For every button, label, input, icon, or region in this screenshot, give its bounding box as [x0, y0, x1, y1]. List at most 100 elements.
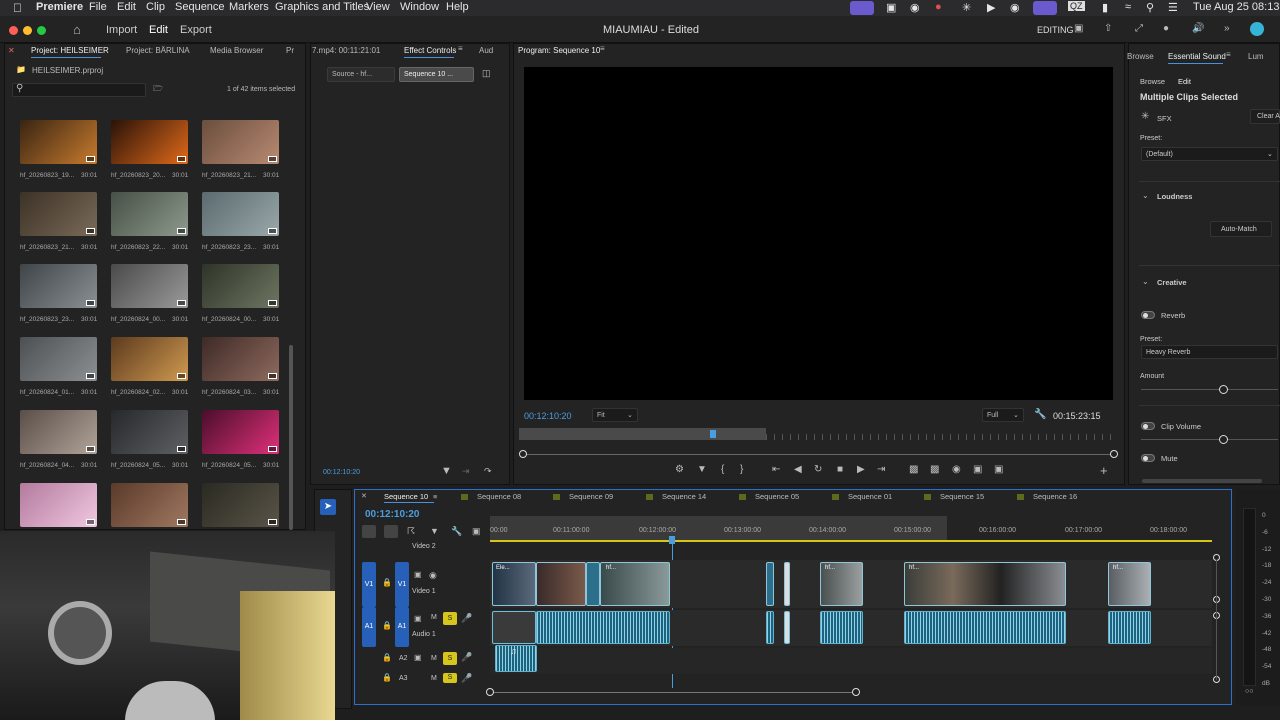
menu-icon[interactable]: ≡: [433, 492, 437, 501]
timeline-timecode[interactable]: 00:12:10:20: [365, 509, 419, 520]
menu-icon[interactable]: ≡: [458, 45, 463, 53]
program-zoom-bar[interactable]: [519, 428, 766, 440]
lock-icon[interactable]: 🔒: [382, 579, 392, 587]
tab-sequence[interactable]: Sequence 08: [477, 492, 521, 501]
menu-markers[interactable]: Markers: [229, 1, 269, 13]
fullscreen-icon[interactable]: ⤢: [1135, 24, 1143, 34]
video-clip[interactable]: hf...: [904, 562, 1066, 606]
status-window-icon[interactable]: [1033, 1, 1057, 15]
close-tab-icon[interactable]: ✕: [8, 47, 15, 55]
menu-help[interactable]: Help: [446, 1, 469, 13]
clip-thumbnail[interactable]: [202, 337, 279, 381]
chevron-down-icon[interactable]: ⌄: [1142, 192, 1149, 200]
minimize-window-icon[interactable]: [23, 26, 32, 35]
menu-icon[interactable]: ≡: [1226, 51, 1231, 59]
new-bin-icon[interactable]: 🗁: [153, 85, 163, 93]
tab-browse[interactable]: Browse: [1127, 52, 1154, 61]
menu-clip[interactable]: Clip: [146, 1, 165, 13]
video-clip[interactable]: Ele...: [492, 562, 536, 606]
a1-track-target[interactable]: A1: [395, 607, 409, 647]
sound-scrollbar[interactable]: [1142, 479, 1262, 483]
apple-icon[interactable]: : [13, 1, 22, 15]
stop-icon[interactable]: ■: [837, 465, 843, 475]
sub-tab-browse[interactable]: Browse: [1140, 77, 1165, 86]
clip-thumbnail[interactable]: [111, 120, 188, 164]
menu-graphics[interactable]: Graphics and Titles: [275, 1, 369, 13]
captions-icon[interactable]: ▣: [472, 527, 481, 536]
auto-match-button[interactable]: Auto-Match: [1210, 221, 1272, 237]
music-clip[interactable]: ♫: [495, 645, 537, 672]
wrench-icon[interactable]: 🔧: [451, 527, 462, 536]
tab-media-browser[interactable]: Media Browser: [210, 46, 263, 55]
status-screen-icon[interactable]: [850, 1, 874, 15]
tab-audio[interactable]: Aud: [479, 46, 493, 55]
video-clip[interactable]: [784, 562, 790, 606]
a1-source-patch[interactable]: A1: [362, 607, 376, 647]
clip-thumbnail[interactable]: [111, 192, 188, 236]
battery-icon[interactable]: ▮: [1102, 1, 1108, 14]
avatar[interactable]: [1250, 22, 1264, 36]
loudness-section[interactable]: Loudness: [1157, 192, 1192, 201]
go-to-out-icon[interactable]: ⇥: [877, 465, 885, 475]
clip-thumbnail[interactable]: [202, 264, 279, 308]
settings-icon[interactable]: ↷: [484, 467, 492, 476]
status-display-icon[interactable]: ▣: [886, 1, 896, 14]
clip-thumbnail[interactable]: [202, 483, 279, 527]
clip-thumbnail[interactable]: [20, 264, 97, 308]
sync-lock-icon[interactable]: ▣: [414, 615, 422, 623]
tab-project-barlina[interactable]: Project: BÄRLINA: [126, 46, 190, 55]
sequence-button[interactable]: Sequence 10 ...: [399, 67, 474, 82]
creative-section[interactable]: Creative: [1157, 278, 1187, 287]
linked-selection-icon[interactable]: ☈: [407, 527, 415, 536]
tab-project-heilseimer[interactable]: Project: HEILSEIMER: [31, 46, 109, 55]
tab-sequence[interactable]: Sequence 01: [848, 492, 892, 501]
lift-icon[interactable]: ⚙: [675, 465, 684, 475]
add-button-icon[interactable]: +: [1100, 464, 1108, 477]
project-scrollbar[interactable]: [289, 345, 293, 530]
status-app-icon[interactable]: ●: [935, 1, 942, 13]
program-timecode[interactable]: 00:12:10:20: [524, 411, 572, 421]
timeline-zoom-bar[interactable]: [490, 692, 857, 693]
lock-icon[interactable]: 🔒: [382, 674, 392, 682]
workspace-import[interactable]: Import: [106, 24, 137, 36]
tab-sequence[interactable]: Sequence 09: [569, 492, 613, 501]
search-input[interactable]: [12, 83, 146, 97]
sync-lock-icon[interactable]: ▣: [414, 654, 422, 662]
audio-clip[interactable]: [766, 611, 774, 644]
tab-essential-sound[interactable]: Essential Sound: [1168, 52, 1226, 61]
v1-track-target[interactable]: V1: [395, 562, 409, 607]
reverb-toggle[interactable]: [1141, 311, 1155, 319]
clip-thumbnail[interactable]: [20, 410, 97, 454]
clip-volume-toggle[interactable]: [1141, 422, 1155, 430]
status-record-icon[interactable]: ◉: [1010, 1, 1020, 14]
fit-dropdown[interactable]: Fit ⌄: [592, 408, 638, 422]
clip-thumbnail[interactable]: [202, 192, 279, 236]
scroll-handle-left[interactable]: [519, 450, 527, 458]
solo-a1[interactable]: S: [443, 612, 457, 625]
program-playhead[interactable]: [710, 430, 716, 438]
menu-view[interactable]: View: [366, 1, 390, 13]
add-marker-icon[interactable]: ▼: [430, 527, 439, 536]
eye-icon[interactable]: ◉: [429, 571, 437, 580]
menu-file[interactable]: File: [89, 1, 107, 13]
reverb-preset-dropdown[interactable]: Heavy Reverb: [1141, 345, 1278, 359]
filter-icon[interactable]: ▼: [441, 466, 452, 477]
mark-in-icon[interactable]: {: [721, 465, 724, 475]
go-to-in-icon[interactable]: ⇤: [772, 465, 780, 475]
preset-dropdown[interactable]: (Default) ⌄: [1141, 147, 1278, 161]
clip-thumbnail[interactable]: [20, 483, 97, 527]
tab-sequence[interactable]: Sequence 05: [755, 492, 799, 501]
audio-clip[interactable]: [820, 611, 863, 644]
clip-thumbnail[interactable]: [111, 264, 188, 308]
tab-sequence[interactable]: Sequence 14: [662, 492, 706, 501]
loop-icon[interactable]: ↻: [814, 465, 822, 475]
clip-thumbnail[interactable]: [20, 120, 97, 164]
clip-thumbnail[interactable]: [202, 410, 279, 454]
tab-lumetri[interactable]: Lum: [1248, 52, 1264, 61]
clear-audio-type-button[interactable]: Clear A: [1250, 109, 1280, 124]
solo-a3[interactable]: S: [443, 673, 457, 683]
v1-source-patch[interactable]: V1: [362, 562, 376, 607]
mute-a2[interactable]: M: [431, 655, 437, 662]
program-title[interactable]: Program: Sequence 10: [518, 46, 600, 55]
notification-icon[interactable]: ●: [1163, 24, 1169, 34]
